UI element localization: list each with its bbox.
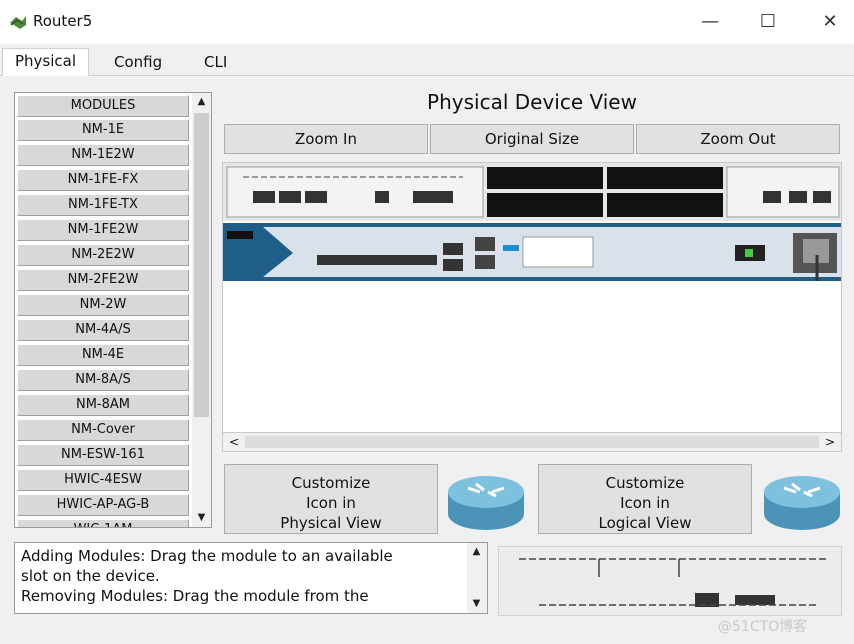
router-chassis-image[interactable]	[223, 163, 842, 293]
module-item[interactable]: NM-2FE2W	[17, 269, 189, 291]
modules-header[interactable]: MODULES	[17, 95, 189, 117]
module-preview-image	[498, 546, 842, 616]
scroll-down-icon[interactable]: ▼	[467, 595, 486, 613]
tab-bar: Physical Config CLI	[0, 44, 854, 77]
help-scrollbar[interactable]: ▲ ▼	[467, 543, 487, 613]
scroll-up-icon[interactable]: ▲	[192, 93, 211, 111]
help-text-line: Removing Modules: Drag the module from t…	[21, 587, 369, 605]
module-item[interactable]: NM-4A/S	[17, 319, 189, 341]
zoom-in-button[interactable]: Zoom In	[224, 124, 428, 154]
scroll-left-icon[interactable]: <	[225, 433, 243, 451]
module-item[interactable]: NM-1FE2W	[17, 219, 189, 241]
module-item[interactable]: HWIC-4ESW	[17, 469, 189, 491]
router-icon	[448, 476, 524, 530]
module-item[interactable]: HWIC-AP-AG-B	[17, 494, 189, 516]
modules-scroll-thumb[interactable]	[194, 113, 209, 417]
module-item[interactable]: NM-ESW-161	[17, 444, 189, 466]
customize-physical-line3: Physical View	[280, 514, 382, 532]
scroll-down-icon[interactable]: ▼	[192, 509, 211, 527]
tab-config[interactable]: Config	[102, 50, 174, 76]
tab-cli[interactable]: CLI	[192, 50, 239, 76]
module-item[interactable]: NM-2E2W	[17, 244, 189, 266]
module-item[interactable]: NM-Cover	[17, 419, 189, 441]
customize-logical-line1: Customize	[605, 474, 685, 492]
module-item[interactable]: WIC-1AM	[17, 519, 189, 527]
horizontal-scroll-thumb[interactable]	[245, 436, 819, 448]
module-item[interactable]: NM-8AM	[17, 394, 189, 416]
device-view-scrollbar[interactable]: < >	[222, 432, 842, 452]
module-item[interactable]: NM-1FE-FX	[17, 169, 189, 191]
customize-logical-line2: Icon in	[620, 494, 670, 512]
original-size-button[interactable]: Original Size	[430, 124, 634, 154]
module-item[interactable]: NM-1FE-TX	[17, 194, 189, 216]
modules-scrollbar[interactable]: ▲ ▼	[192, 93, 211, 527]
module-item[interactable]: NM-4E	[17, 344, 189, 366]
scroll-up-icon[interactable]: ▲	[467, 543, 486, 561]
router-app-icon	[10, 16, 26, 29]
physical-panel: MODULES NM-1E NM-1E2W NM-1FE-FX NM-1FE-T…	[0, 76, 854, 644]
close-button[interactable]: ✕	[810, 8, 850, 36]
module-item[interactable]: NM-8A/S	[17, 369, 189, 391]
scroll-right-icon[interactable]: >	[821, 433, 839, 451]
tab-physical[interactable]: Physical	[2, 48, 90, 77]
maximize-button[interactable]: ☐	[748, 8, 788, 36]
customize-physical-line2: Icon in	[306, 494, 356, 512]
router-icon	[764, 476, 840, 530]
modules-list: MODULES NM-1E NM-1E2W NM-1FE-FX NM-1FE-T…	[14, 92, 212, 528]
minimize-button[interactable]: —	[690, 8, 730, 36]
physical-view-title: Physical Device View	[427, 90, 637, 114]
customize-physical-line1: Customize	[291, 474, 371, 492]
customize-logical-line3: Logical View	[598, 514, 692, 532]
help-text-line: slot on the device.	[21, 567, 160, 585]
module-item[interactable]: NM-1E2W	[17, 144, 189, 166]
window-title: Router5	[33, 12, 93, 30]
help-text-box[interactable]: Adding Modules: Drag the module to an av…	[14, 542, 488, 614]
customize-physical-icon-button[interactable]: Customize Icon in Physical View	[224, 464, 438, 534]
device-view-canvas[interactable]	[222, 162, 842, 452]
module-item[interactable]: NM-2W	[17, 294, 189, 316]
customize-logical-icon-button[interactable]: Customize Icon in Logical View	[538, 464, 752, 534]
title-bar: Router5 — ☐ ✕	[0, 0, 854, 44]
watermark: @51CTO博客	[718, 619, 808, 635]
help-text-line: Adding Modules: Drag the module to an av…	[21, 547, 393, 565]
zoom-out-button[interactable]: Zoom Out	[636, 124, 840, 154]
module-item[interactable]: NM-1E	[17, 119, 189, 141]
